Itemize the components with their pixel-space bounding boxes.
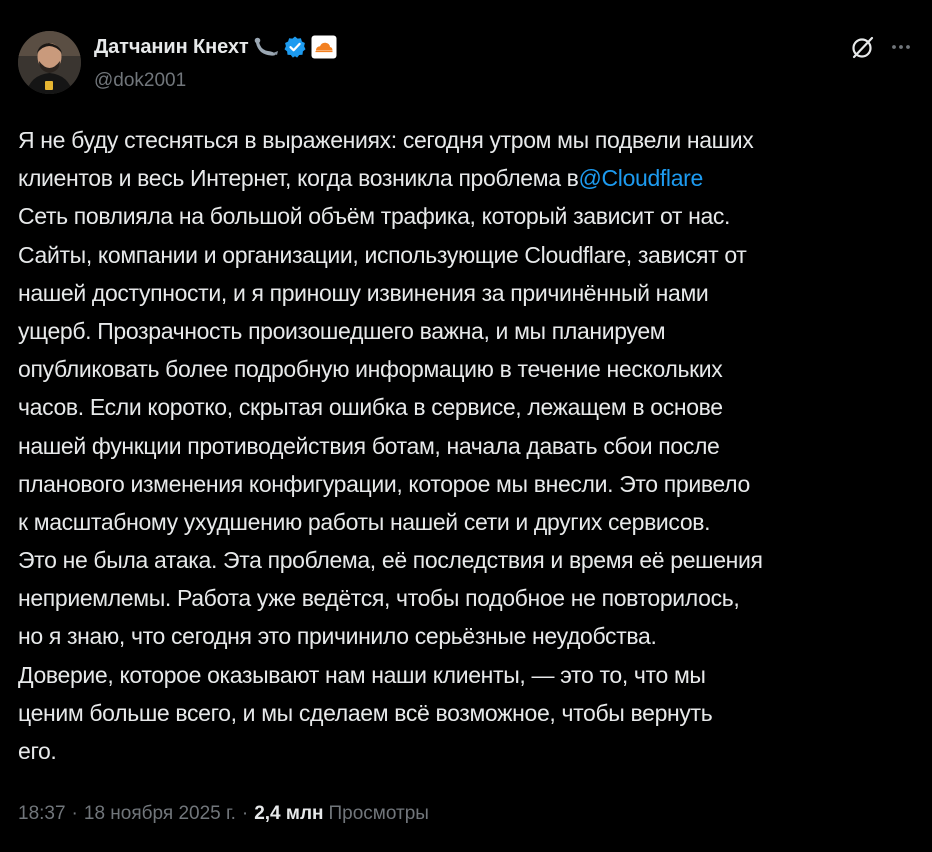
tweet-text-line: Сеть повлияла на большой объём трафика, … (18, 197, 918, 235)
tweet-text-line: нашей доступности, и я приношу извинения… (18, 274, 918, 312)
tweet-text-segment: опубликовать более подробную информацию … (18, 356, 723, 383)
tweet-text-line: но я знаю, что сегодня это причинило сер… (18, 617, 918, 655)
tweet-text-segment: нашей доступности, и я приношу извинения… (18, 279, 709, 306)
tweet-text-segment: но я знаю, что сегодня это причинило сер… (18, 623, 657, 650)
grok-icon[interactable] (850, 34, 876, 65)
verified-badge-icon[interactable] (283, 35, 307, 59)
meta-separator: · (241, 803, 249, 824)
display-name[interactable]: Датчанин Кнехт (94, 36, 249, 59)
top-actions (850, 34, 912, 65)
meta-separator: · (71, 803, 78, 824)
tweet-text-segment: часов. Если коротко, скрытая ошибка в се… (18, 394, 723, 421)
tweet-text-segment: Доверие, которое оказывают нам наши клие… (18, 661, 706, 688)
tweet-text-line: Это не была атака. Эта проблема, её посл… (18, 541, 918, 579)
mention-link[interactable]: @Cloudflare (579, 165, 704, 191)
tweet-text-line: к масштабному ухудшению работы нашей сет… (18, 503, 918, 541)
tweet-date[interactable]: 18 ноября 2025 г. (84, 803, 236, 825)
author-handle[interactable]: @dok2001 (94, 70, 186, 92)
tweet-text-line: часов. Если коротко, скрытая ошибка в се… (18, 388, 918, 426)
tweet-text-segment: Я не буду стесняться в выражениях: сегод… (18, 127, 754, 153)
tweet-text-segment: Сеть повлияла на большой объём трафика, … (18, 203, 731, 230)
tweet-text: Я не буду стесняться в выражениях: сегод… (18, 121, 918, 770)
tweet-text-segment: его. (18, 738, 57, 764)
avatar[interactable] (18, 31, 81, 94)
tweet-time[interactable]: 18:37 (18, 803, 66, 825)
tweet-text-line: опубликовать более подробную информацию … (18, 350, 918, 388)
tweet-text-line: его. (18, 732, 918, 770)
tweet-text-segment: ценим больше всего, и мы сделаем всё воз… (18, 699, 713, 726)
seal-emoji-icon (253, 36, 279, 58)
tweet-text-line: клиентов и весь Интернет, когда возникла… (18, 159, 918, 197)
cloudflare-logo-icon[interactable] (311, 35, 337, 59)
tweet: Датчанин Кнехт @dok2001 Я не буду стесня… (0, 0, 932, 852)
tweet-text-segment: клиентов и весь Интернет, когда возникла… (18, 165, 579, 192)
tweet-text-segment: ущерб. Прозрачность произошедшего важна,… (18, 317, 666, 344)
tweet-text-line: ценим больше всего, и мы сделаем всё воз… (18, 694, 918, 732)
tweet-text-line: Сайты, компании и организации, использую… (18, 236, 918, 274)
tweet-text-segment: неприемлемы. Работа уже ведётся, чтобы п… (18, 585, 740, 612)
author-name-row: Датчанин Кнехт (94, 34, 337, 60)
more-icon[interactable] (890, 36, 912, 63)
tweet-text-segment: к масштабному ухудшению работы нашей сет… (18, 508, 711, 535)
tweet-text-line: планового изменения конфигурации, которо… (18, 465, 918, 503)
tweet-text-segment: нашей функции противодействия ботам, нач… (18, 432, 720, 459)
views-count: 2,4 млн (254, 803, 324, 824)
views-label: Просмотры (328, 803, 429, 824)
tweet-text-line: неприемлемы. Работа уже ведётся, чтобы п… (18, 579, 918, 617)
tweet-text-segment: Сайты, компании и организации, использую… (18, 241, 747, 268)
tweet-text-segment: Это не была атака. Эта проблема, её посл… (18, 547, 763, 574)
tweet-text-line: ущерб. Прозрачность произошедшего важна,… (18, 312, 918, 350)
tweet-text-line: Я не буду стесняться в выражениях: сегод… (18, 121, 918, 159)
tweet-text-line: Доверие, которое оказывают нам наши клие… (18, 656, 918, 694)
tweet-text-line: нашей функции противодействия ботам, нач… (18, 427, 918, 465)
tweet-meta: 18:37 · 18 ноября 2025 г. · 2,4 млн Прос… (18, 803, 429, 825)
tweet-text-segment: планового изменения конфигурации, которо… (18, 470, 750, 497)
